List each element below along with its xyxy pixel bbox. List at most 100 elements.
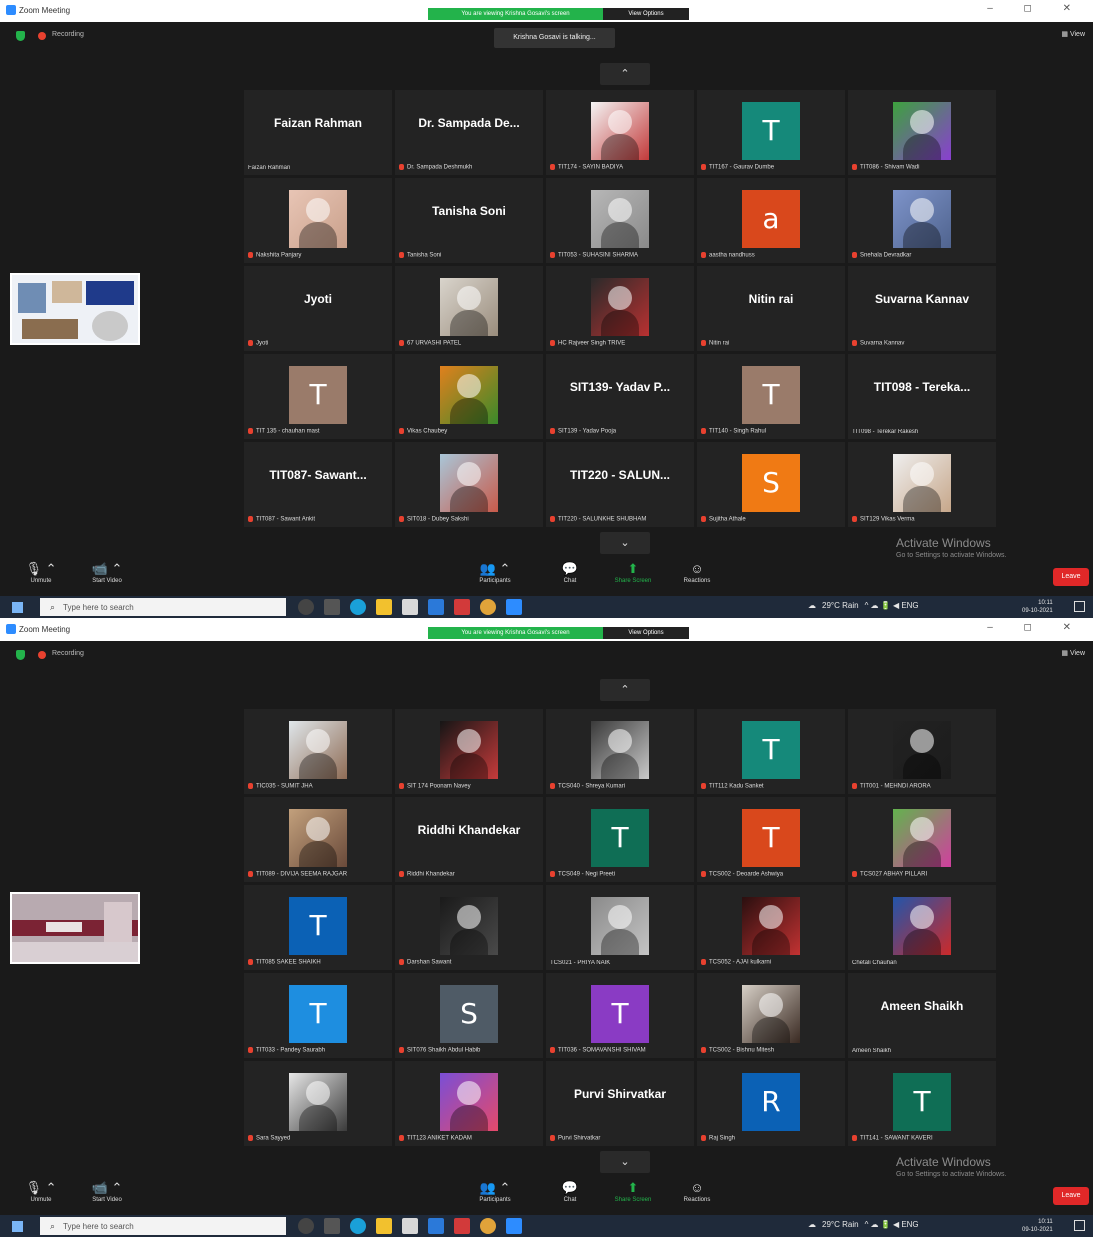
participant-tile[interactable]: S SIT076 Shaikh Abdul Habib: [395, 973, 543, 1058]
participant-tile[interactable]: TIT086 - Shivam Wadi: [848, 90, 996, 175]
participant-tile[interactable]: TIT174 - SAYIN BADIYA: [546, 90, 694, 175]
tray-icons[interactable]: ^ ☁ 🔋 ◀ ENG: [865, 601, 919, 610]
file-explorer-icon[interactable]: [376, 599, 392, 615]
participant-tile[interactable]: R Raj Singh: [697, 1061, 845, 1146]
file-explorer-icon[interactable]: [376, 1218, 392, 1234]
task-view-icon[interactable]: [324, 599, 340, 615]
unmute-button[interactable]: 🎙 ⌃ Unmute: [6, 560, 76, 584]
participant-tile[interactable]: T TIT033 - Pandey Saurabh: [244, 973, 392, 1058]
store-icon[interactable]: [402, 1218, 418, 1234]
participant-tile[interactable]: TCS052 - AJAI kulkarni: [697, 885, 845, 970]
taskbar-search-box[interactable]: ⌕ Type here to search: [40, 1217, 286, 1235]
participant-tile[interactable]: TCS040 - Shreya Kumari: [546, 709, 694, 794]
mail-icon[interactable]: [428, 1218, 444, 1234]
chat-button[interactable]: 💬 Chat: [535, 560, 605, 584]
participant-tile[interactable]: T TIT036 - SOMAVANSHI SHIVAM: [546, 973, 694, 1058]
participant-tile[interactable]: TCS002 - Bishnu Mitesh: [697, 973, 845, 1058]
participant-tile[interactable]: T TIT112 Kadu Sanket: [697, 709, 845, 794]
zoom-taskbar-icon[interactable]: [506, 1218, 522, 1234]
window-controls[interactable]: – ◻ ✕: [987, 3, 1085, 14]
share-screen-button[interactable]: ⬆ Share Screen: [598, 560, 668, 584]
participant-tile[interactable]: Snehala Devradkar: [848, 178, 996, 263]
zoom-taskbar-icon[interactable]: [506, 599, 522, 615]
task-view-icon[interactable]: [324, 1218, 340, 1234]
taskbar-clock[interactable]: 10:11 09-10-2021: [1022, 1218, 1053, 1234]
security-shield-icon[interactable]: [16, 650, 25, 660]
view-menu-button[interactable]: ▦ View: [1061, 649, 1085, 657]
participant-tile[interactable]: S Sujitha Athale: [697, 442, 845, 527]
participant-tile[interactable]: 67 URVASHI PATEL: [395, 266, 543, 351]
reactions-button[interactable]: ☺ Reactions: [662, 1179, 732, 1203]
participant-tile[interactable]: TIC035 - SUMIT JHA: [244, 709, 392, 794]
notification-icon[interactable]: [1074, 601, 1085, 612]
participant-tile[interactable]: TIT053 - SUHASINI SHARMA: [546, 178, 694, 263]
chrome-icon[interactable]: [480, 599, 496, 615]
taskbar-clock[interactable]: 10:11 09-10-2021: [1022, 599, 1053, 615]
participant-tile[interactable]: T TCS002 - Deoarde Ashwiya: [697, 797, 845, 882]
participant-tile[interactable]: T TIT167 - Gaurav Dumbe: [697, 90, 845, 175]
participant-tile[interactable]: Vikas Chaubey: [395, 354, 543, 439]
shared-screen-thumbnail[interactable]: [10, 273, 140, 345]
unmute-button[interactable]: 🎙 ⌃ Unmute: [6, 1179, 76, 1203]
participant-tile[interactable]: Jyoti Jyoti: [244, 266, 392, 351]
gallery-next-arrow[interactable]: ⌄: [600, 532, 650, 554]
participant-tile[interactable]: TIT098 - Tereka... TIT098 - Terekar Rakes…: [848, 354, 996, 439]
view-options-button[interactable]: View Options: [603, 8, 689, 20]
app-icon[interactable]: [454, 599, 470, 615]
participant-tile[interactable]: SIT139- Yadav P... SIT139 - Yadav Pooja: [546, 354, 694, 439]
participant-tile[interactable]: Nakshita Panjary: [244, 178, 392, 263]
cortana-icon[interactable]: [298, 599, 314, 615]
shared-screen-thumbnail[interactable]: [10, 892, 140, 964]
cortana-icon[interactable]: [298, 1218, 314, 1234]
participant-tile[interactable]: TIT001 - MEHNDI ARORA: [848, 709, 996, 794]
participants-button[interactable]: 👥 ⌃ Participants: [460, 560, 530, 584]
participant-tile[interactable]: TIT220 - SALUN... TIT220 - SALUNKHE SHUBH…: [546, 442, 694, 527]
windows-start-icon[interactable]: [12, 1221, 23, 1232]
gallery-prev-arrow[interactable]: ⌃: [600, 63, 650, 85]
participant-tile[interactable]: T TIT141 - SAWANT KAVERI: [848, 1061, 996, 1146]
participant-tile[interactable]: T TIT085 SAKEE SHAIKH: [244, 885, 392, 970]
participants-button[interactable]: 👥 ⌃ Participants: [460, 1179, 530, 1203]
store-icon[interactable]: [402, 599, 418, 615]
participant-tile[interactable]: Faizan Rahman Faizan Rahman: [244, 90, 392, 175]
notification-icon[interactable]: [1074, 1220, 1085, 1231]
participant-tile[interactable]: Suvarna Kannav Suvarna Kannav: [848, 266, 996, 351]
edge-icon[interactable]: [350, 1218, 366, 1234]
gallery-prev-arrow[interactable]: ⌃: [600, 679, 650, 701]
start-video-button[interactable]: 📹 ⌃ Start Video: [72, 1179, 142, 1203]
tray-icons[interactable]: ^ ☁ 🔋 ◀ ENG: [865, 1220, 919, 1229]
chrome-icon[interactable]: [480, 1218, 496, 1234]
taskbar-search-box[interactable]: ⌕ Type here to search: [40, 598, 286, 616]
participant-tile[interactable]: SIT 174 Poonam Navey: [395, 709, 543, 794]
mail-icon[interactable]: [428, 599, 444, 615]
reactions-button[interactable]: ☺ Reactions: [662, 560, 732, 584]
participant-tile[interactable]: Purvi Shirvatkar Purvi Shirvatkar: [546, 1061, 694, 1146]
participant-tile[interactable]: TCS021 - PRIYA NAIK: [546, 885, 694, 970]
participant-tile[interactable]: Ameen Shaikh Ameen Shaikh: [848, 973, 996, 1058]
participant-tile[interactable]: T TCS049 - Negi Preeti: [546, 797, 694, 882]
security-shield-icon[interactable]: [16, 31, 25, 41]
participant-tile[interactable]: Nitin rai Nitin rai: [697, 266, 845, 351]
participant-tile[interactable]: Riddhi Khandekar Riddhi Khandekar: [395, 797, 543, 882]
leave-button[interactable]: Leave: [1053, 1187, 1089, 1205]
leave-button[interactable]: Leave: [1053, 568, 1089, 586]
participant-tile[interactable]: T TIT140 - Singh Rahul: [697, 354, 845, 439]
participant-tile[interactable]: TCS027 ABHAY PILLARI: [848, 797, 996, 882]
share-screen-button[interactable]: ⬆ Share Screen: [598, 1179, 668, 1203]
participant-tile[interactable]: Dr. Sampada De... Dr. Sampada Deshmukh: [395, 90, 543, 175]
participant-tile[interactable]: Tanisha Soni Tanisha Soni: [395, 178, 543, 263]
window-controls[interactable]: – ◻ ✕: [987, 622, 1085, 633]
gallery-next-arrow[interactable]: ⌄: [600, 1151, 650, 1173]
participant-tile[interactable]: SIT129 Vikas Verma: [848, 442, 996, 527]
app-icon[interactable]: [454, 1218, 470, 1234]
participant-tile[interactable]: Chetali Chauhan: [848, 885, 996, 970]
edge-icon[interactable]: [350, 599, 366, 615]
participant-tile[interactable]: Sara Sayyed: [244, 1061, 392, 1146]
start-video-button[interactable]: 📹 ⌃ Start Video: [72, 560, 142, 584]
chat-button[interactable]: 💬 Chat: [535, 1179, 605, 1203]
participant-tile[interactable]: SIT018 - Dubey Sakshi: [395, 442, 543, 527]
participant-tile[interactable]: TIT123 ANIKET KADAM: [395, 1061, 543, 1146]
participant-tile[interactable]: TIT089 - DIVIJA SEEMA RAJGAR: [244, 797, 392, 882]
view-options-button[interactable]: View Options: [603, 627, 689, 639]
participant-tile[interactable]: T TIT 135 - chauhan mast: [244, 354, 392, 439]
